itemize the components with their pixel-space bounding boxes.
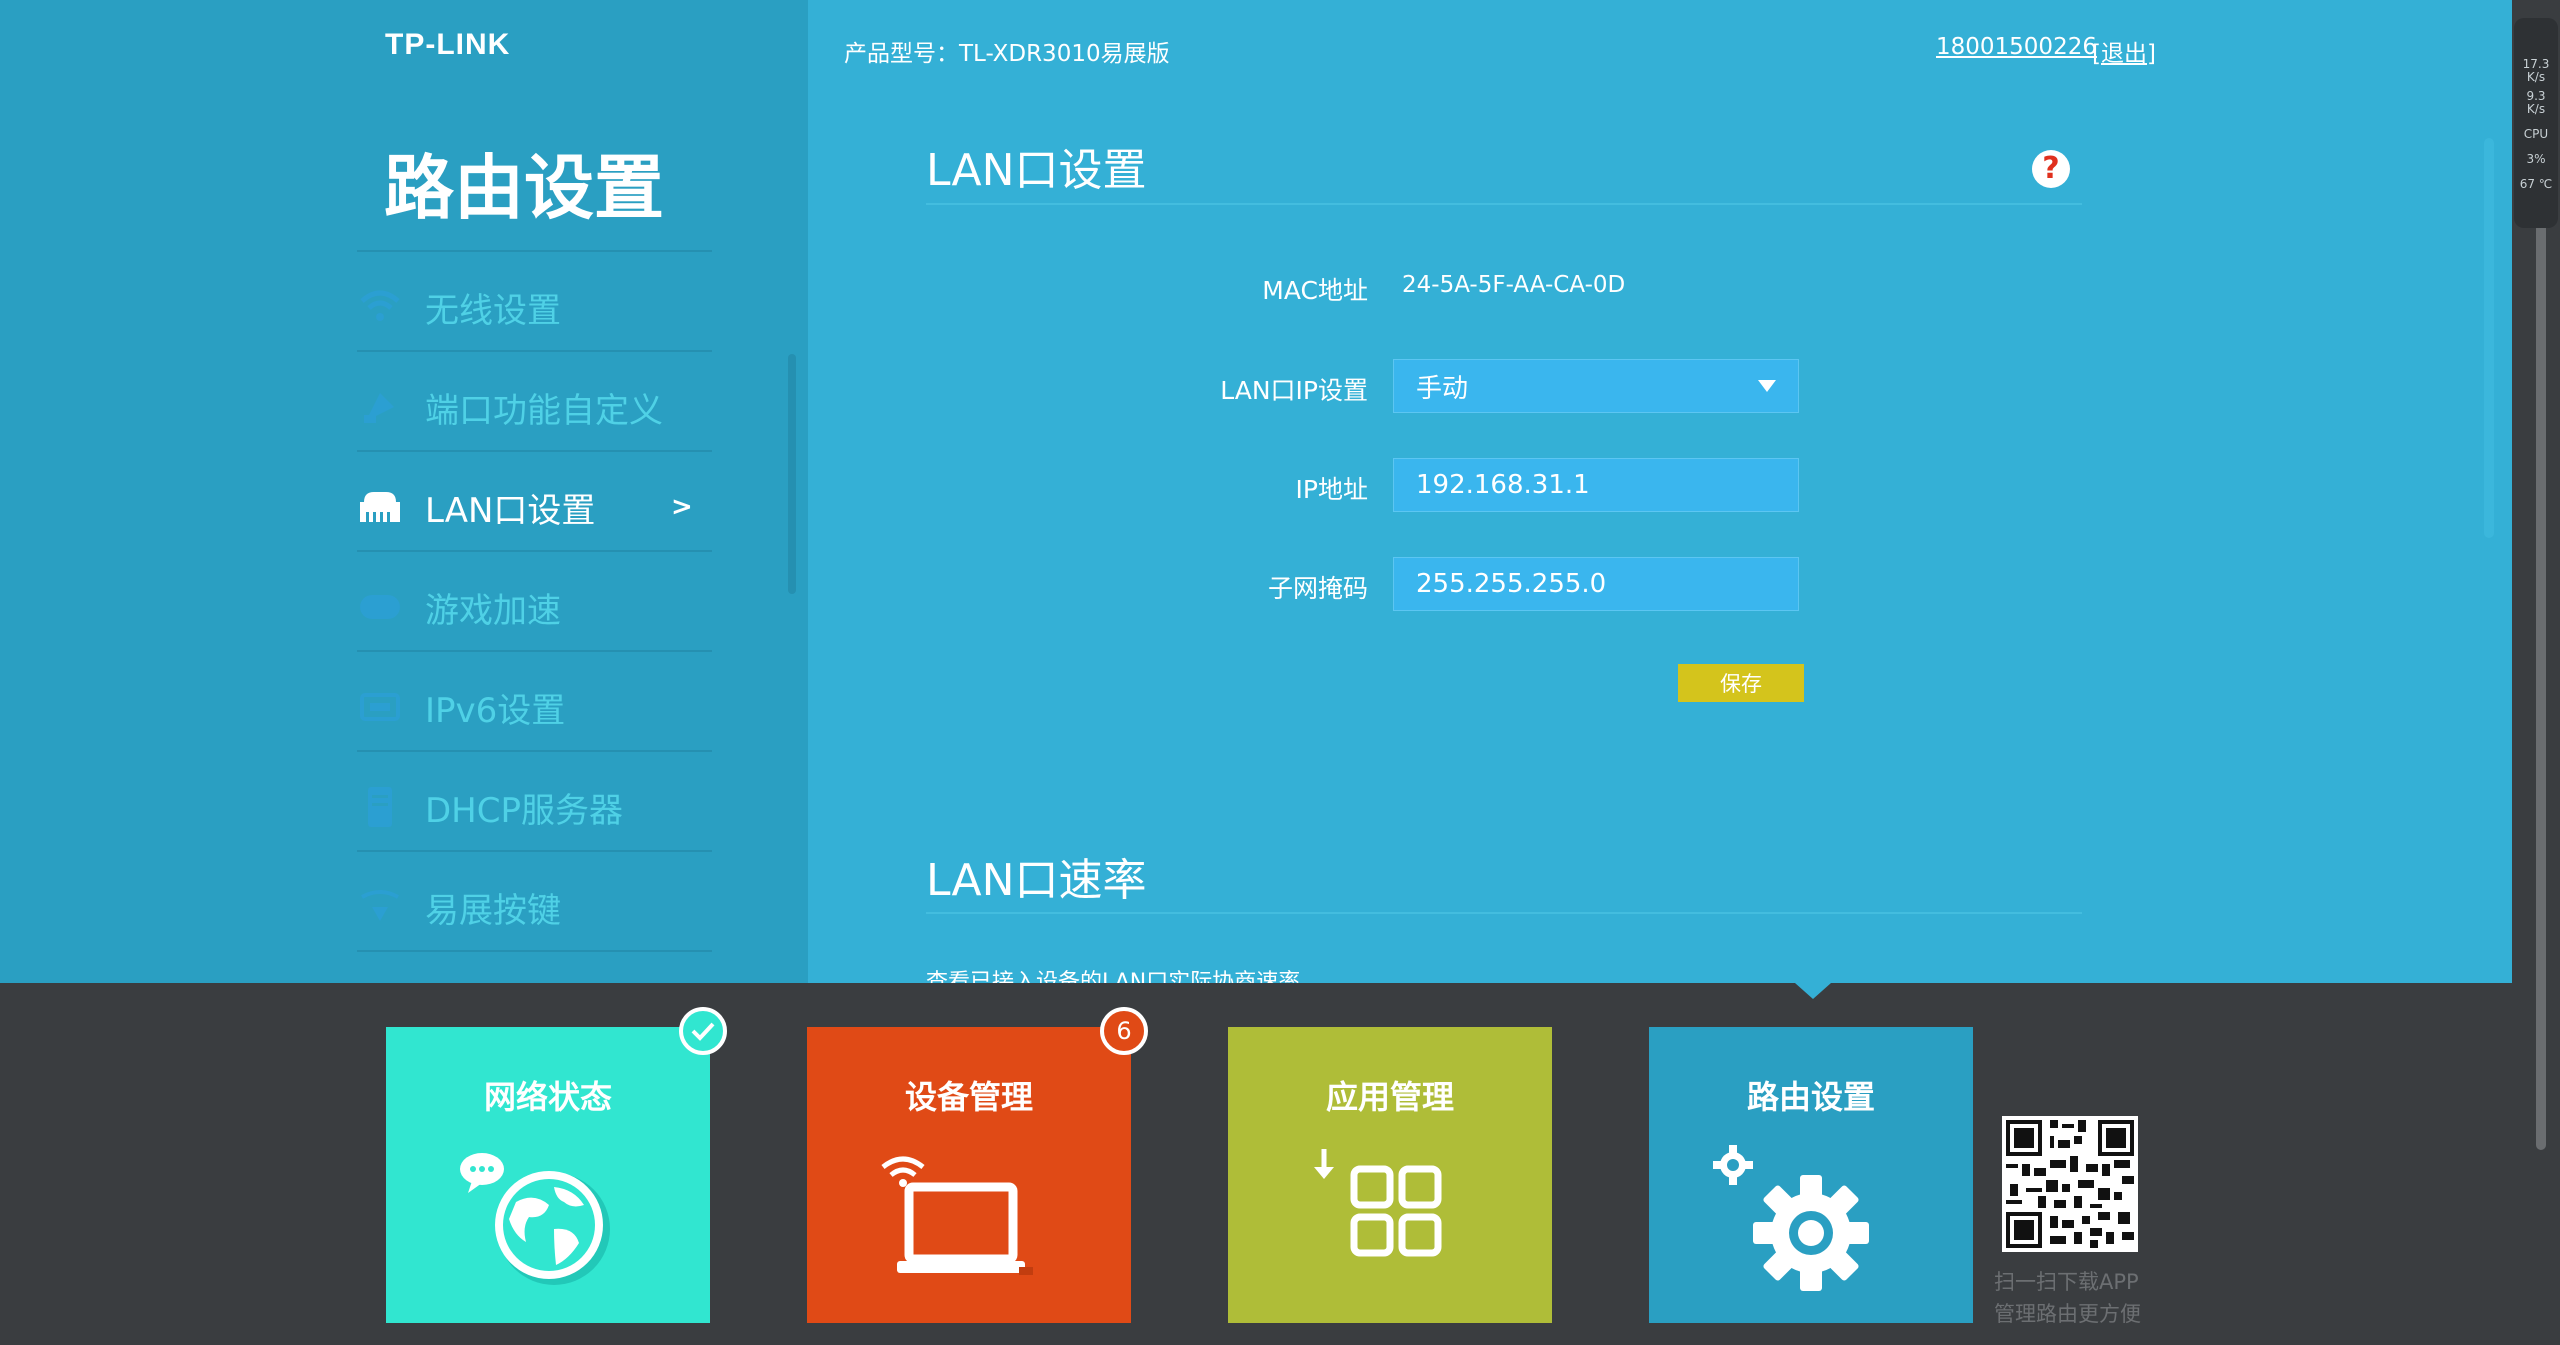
sidebar-item-port-custom[interactable]: 端口功能自定义	[357, 358, 712, 456]
gamepad-icon	[357, 584, 403, 630]
lan-rate-title: LAN口速率	[926, 855, 1147, 906]
mac-value: 24-5A-5F-AA-CA-0D	[1402, 272, 1626, 298]
sidebar-item-wireless[interactable]: 无线设置	[357, 258, 712, 356]
sidebar-divider	[357, 350, 712, 352]
tile-label: 路由设置	[1746, 1078, 1875, 1116]
status-ok-badge	[679, 1007, 727, 1055]
sidebar-item-label: DHCP服务器	[425, 790, 623, 831]
tile-router-settings[interactable]: 路由设置	[1649, 1027, 1973, 1323]
lan-rate-description: 查看已接入设备的LAN口实际协商速率	[926, 970, 1301, 983]
sidebar-divider	[357, 450, 712, 452]
sidebar-item-lan[interactable]: LAN口设置 >	[357, 458, 712, 556]
sidebar-divider	[357, 950, 712, 952]
checkmark-icon	[691, 1022, 715, 1041]
mesh-key-icon	[357, 884, 403, 930]
router-admin-app: TP-LINK 路由设置 无线设置 端口功能自定义 LAN口设置 > 游戏加速 …	[0, 0, 2560, 1345]
lan-port-icon	[357, 484, 403, 530]
account-link[interactable]: 18001500226	[1936, 34, 2097, 60]
sidebar-divider	[357, 850, 712, 852]
section-divider	[926, 203, 2082, 205]
mac-label: MAC地址	[1262, 276, 1368, 305]
logout-link[interactable]: [退出]	[2092, 34, 2156, 68]
sidebar-item-label: 端口功能自定义	[425, 390, 663, 431]
sidebar-item-ipv6[interactable]: IPv6设置	[357, 658, 712, 756]
help-icon[interactable]: ?	[2032, 150, 2070, 188]
dropdown-arrow-icon	[1758, 380, 1776, 392]
ip-mode-value: 手动	[1416, 373, 1469, 404]
section-divider	[926, 912, 2082, 914]
qr-caption-line2: 管理路由更方便	[1994, 1302, 2141, 1326]
device-count-badge: 6	[1100, 1007, 1148, 1055]
lan-settings-title: LAN口设置	[926, 145, 1147, 196]
sidebar-item-label: 游戏加速	[425, 590, 561, 631]
sidebar-item-dhcp[interactable]: DHCP服务器	[357, 758, 712, 856]
sidebar-item-mesh-key[interactable]: 易展按键	[357, 858, 712, 956]
subnet-mask-input[interactable]	[1393, 557, 1799, 611]
sidebar-item-label: IPv6设置	[425, 690, 566, 731]
ip-address-label: IP地址	[1295, 475, 1368, 504]
gear-icon	[1713, 1145, 1869, 1291]
sidebar-scrollbar[interactable]	[788, 354, 796, 594]
port-icon	[357, 384, 403, 430]
tile-label: 设备管理	[904, 1078, 1033, 1116]
sidebar-item-game-boost[interactable]: 游戏加速	[357, 558, 712, 656]
globe-icon	[460, 1153, 610, 1285]
chevron-right-icon: >	[671, 492, 693, 522]
sidebar: TP-LINK 路由设置 无线设置 端口功能自定义 LAN口设置 > 游戏加速 …	[0, 0, 808, 983]
ip-mode-label: LAN口IP设置	[1220, 376, 1368, 405]
dhcp-icon	[357, 784, 403, 830]
upload-unit: K/s	[2526, 70, 2546, 84]
sidebar-divider	[357, 650, 712, 652]
save-button[interactable]: 保存	[1678, 664, 1804, 702]
subnet-mask-label: 子网掩码	[1267, 574, 1368, 603]
qr-code-image	[2002, 1116, 2138, 1252]
tp-link-logo: TP-LINK	[385, 28, 511, 61]
active-tile-pointer	[1795, 983, 1831, 999]
sidebar-divider	[357, 550, 712, 552]
tile-label: 应用管理	[1325, 1078, 1454, 1116]
tile-app-management[interactable]: 应用管理	[1228, 1027, 1552, 1323]
qr-caption-line1: 扫一扫下载APP	[1994, 1270, 2139, 1294]
tile-label: 网络状态	[483, 1078, 612, 1116]
sidebar-item-label: 易展按键	[425, 890, 561, 931]
cpu-label: CPU	[2523, 127, 2549, 141]
wifi-icon	[357, 284, 403, 330]
tile-device-management[interactable]: 设备管理	[807, 1027, 1131, 1323]
ip-address-input[interactable]	[1393, 458, 1799, 512]
temperature-value: 67 ℃	[2519, 177, 2553, 191]
tile-network-status[interactable]: 网络状态	[386, 1027, 710, 1323]
laptop-icon	[881, 1156, 1033, 1275]
product-model: 产品型号：TL-XDR3010易展版	[844, 41, 1170, 67]
content-scrollbar[interactable]	[2484, 138, 2494, 538]
sidebar-item-label: 无线设置	[425, 290, 561, 331]
sidebar-item-label: LAN口设置	[425, 490, 596, 531]
ipv6-icon	[357, 684, 403, 730]
apps-grid-icon	[1314, 1149, 1442, 1257]
sidebar-divider	[357, 250, 712, 252]
sidebar-divider	[357, 750, 712, 752]
cpu-value: 3%	[2526, 152, 2546, 166]
sidebar-title: 路由设置	[384, 147, 664, 229]
system-monitor: 17.3 K/s 9.3 K/s CPU 3% 67 ℃	[2514, 18, 2558, 228]
download-unit: K/s	[2526, 102, 2546, 116]
ip-mode-select[interactable]: 手动	[1393, 359, 1799, 413]
